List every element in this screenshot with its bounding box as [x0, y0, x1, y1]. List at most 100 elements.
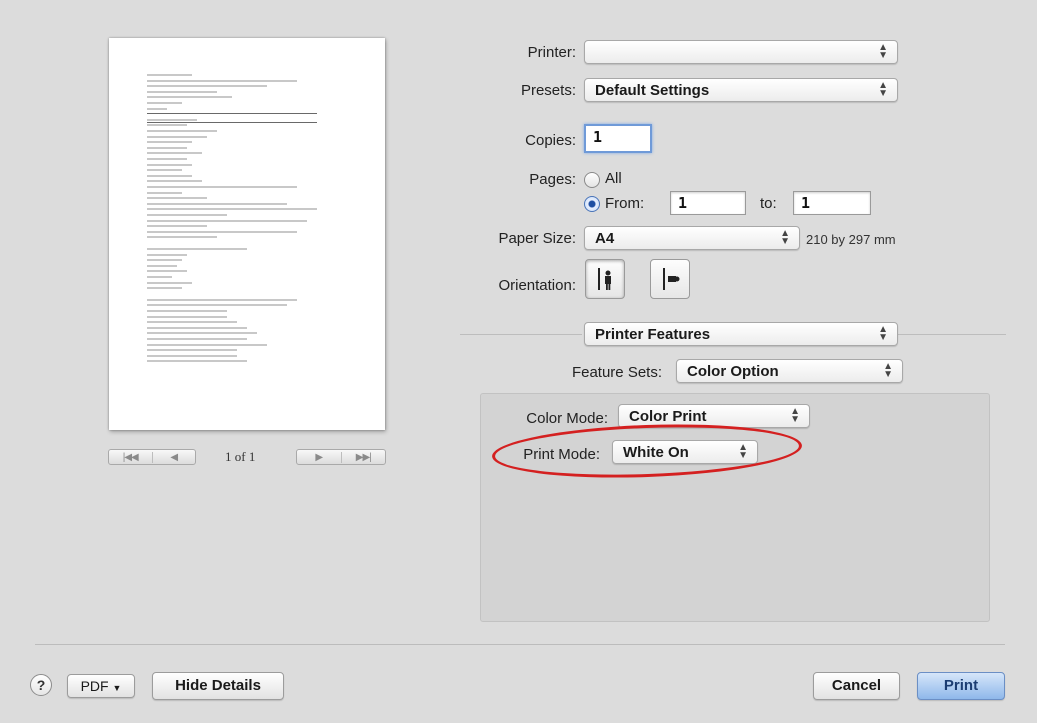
preview-text-line — [147, 354, 237, 357]
preview-text-line — [147, 310, 227, 312]
preview-rule — [147, 122, 317, 123]
presets-label: Presets: — [520, 82, 576, 99]
pdf-label: PDF — [80, 678, 109, 694]
page-indicator: 1 of 1 — [225, 449, 256, 464]
preview-text-line — [147, 225, 207, 228]
preview-text-line — [147, 146, 187, 149]
preview-text-line — [147, 113, 317, 115]
preview-text-line — [147, 208, 317, 211]
previous-page-icon[interactable]: ◀ — [151, 451, 196, 463]
section-popup[interactable]: Printer Features ▲ ▼ — [584, 322, 898, 346]
paper-size-popup[interactable]: A4 ▲ ▼ — [584, 226, 800, 250]
section-divider-right — [898, 334, 1006, 335]
preview-text-line — [147, 130, 217, 132]
presets-value: Default Settings — [595, 82, 710, 99]
preview-text-line — [147, 152, 202, 155]
preview-text-line — [147, 287, 182, 290]
preview-text-line — [147, 270, 187, 273]
preview-text-line — [147, 124, 187, 127]
preview-text-line — [147, 219, 307, 222]
printer-label: Printer: — [527, 44, 576, 61]
hide-details-button[interactable]: Hide Details — [152, 672, 284, 700]
up-down-arrows-icon: ▲ ▼ — [780, 228, 790, 247]
page-preview — [109, 38, 385, 430]
preview-text-line — [147, 102, 182, 104]
copies-field[interactable]: 1 — [584, 124, 652, 153]
preview-text-line — [147, 332, 257, 335]
preview-text-line — [147, 321, 237, 324]
preview-text-line — [147, 298, 297, 301]
preview-text-line — [147, 259, 182, 262]
preview-text-line — [147, 158, 187, 160]
up-down-arrows-icon: ▲ ▼ — [883, 361, 893, 380]
preview-text-line — [147, 79, 297, 82]
color-mode-value: Color Print — [629, 408, 707, 425]
feature-sets-popup[interactable]: Color Option ▲ ▼ — [676, 359, 903, 383]
pages-all-label: All — [605, 170, 622, 187]
pages-label: Pages: — [529, 171, 576, 188]
pages-from-radio[interactable] — [584, 196, 600, 212]
up-down-arrows-icon: ▲ ▼ — [878, 324, 888, 343]
footer-divider — [35, 644, 1005, 645]
section-divider-left — [460, 334, 582, 335]
preview-text-line — [147, 360, 247, 363]
preview-text-line — [147, 326, 247, 329]
preview-text-line — [147, 163, 192, 166]
cancel-button[interactable]: Cancel — [813, 672, 900, 700]
preview-text-line — [147, 96, 232, 99]
presets-popup[interactable]: Default Settings ▲ ▼ — [584, 78, 898, 102]
preview-text-line — [147, 338, 247, 340]
first-prev-nav: |◀◀ ◀ — [108, 449, 196, 465]
preview-text-line — [147, 197, 207, 200]
landscape-orientation-icon[interactable] — [650, 259, 690, 299]
preview-text-line — [147, 248, 247, 250]
last-page-icon[interactable]: ▶▶| — [340, 451, 386, 463]
preview-text-line — [147, 253, 187, 256]
portrait-orientation-icon[interactable] — [585, 259, 625, 299]
paper-size-value: A4 — [595, 230, 615, 247]
paper-size-label: Paper Size: — [498, 230, 576, 247]
preview-text-line — [147, 85, 267, 88]
pdf-button[interactable]: PDF ▼ — [67, 674, 135, 698]
next-last-nav: ▶ ▶▶| — [296, 449, 386, 465]
orientation-label: Orientation: — [498, 277, 576, 294]
preview-text-line — [147, 304, 287, 307]
feature-sets-label: Feature Sets: — [571, 364, 662, 381]
pages-from-label: From: — [605, 195, 645, 212]
preview-text-line — [147, 135, 207, 138]
preview-text-line — [147, 90, 217, 93]
next-page-icon[interactable]: ▶ — [297, 452, 341, 463]
feature-sets-value: Color Option — [687, 363, 779, 380]
preview-text-line — [147, 107, 167, 110]
up-down-arrows-icon: ▲ ▼ — [790, 406, 800, 425]
preview-text-line — [147, 174, 192, 177]
section-popup-value: Printer Features — [595, 326, 711, 343]
preview-text-line — [147, 343, 267, 346]
preview-text-line — [147, 141, 192, 144]
preview-text-line — [147, 276, 172, 278]
up-down-arrows-icon: ▲ ▼ — [878, 42, 888, 61]
preview-text-line — [147, 118, 197, 121]
preview-text-line — [147, 281, 192, 284]
pages-to-field[interactable]: 1 — [793, 191, 871, 215]
printer-popup[interactable]: ▲ ▼ — [584, 40, 898, 64]
first-page-icon[interactable]: |◀◀ — [109, 452, 152, 463]
copies-label: Copies: — [525, 132, 576, 149]
preview-text-line — [147, 214, 227, 216]
preview-text-line — [147, 349, 237, 352]
preview-text-line — [147, 315, 227, 318]
color-mode-label: Color Mode: — [526, 410, 608, 427]
pages-from-field[interactable]: 1 — [670, 191, 746, 215]
preview-text-line — [147, 186, 297, 188]
preview-text-line — [147, 74, 192, 76]
preview-text-line — [147, 191, 182, 194]
help-button[interactable]: ? — [30, 674, 52, 696]
chevron-down-icon: ▼ — [112, 683, 122, 693]
preview-text-line — [147, 169, 182, 172]
up-down-arrows-icon: ▲ ▼ — [878, 80, 888, 99]
pages-to-label: to: — [760, 195, 777, 212]
pages-all-radio[interactable] — [584, 172, 600, 188]
preview-text-line — [147, 180, 202, 183]
preview-text-line — [147, 230, 297, 233]
print-button[interactable]: Print — [917, 672, 1005, 700]
